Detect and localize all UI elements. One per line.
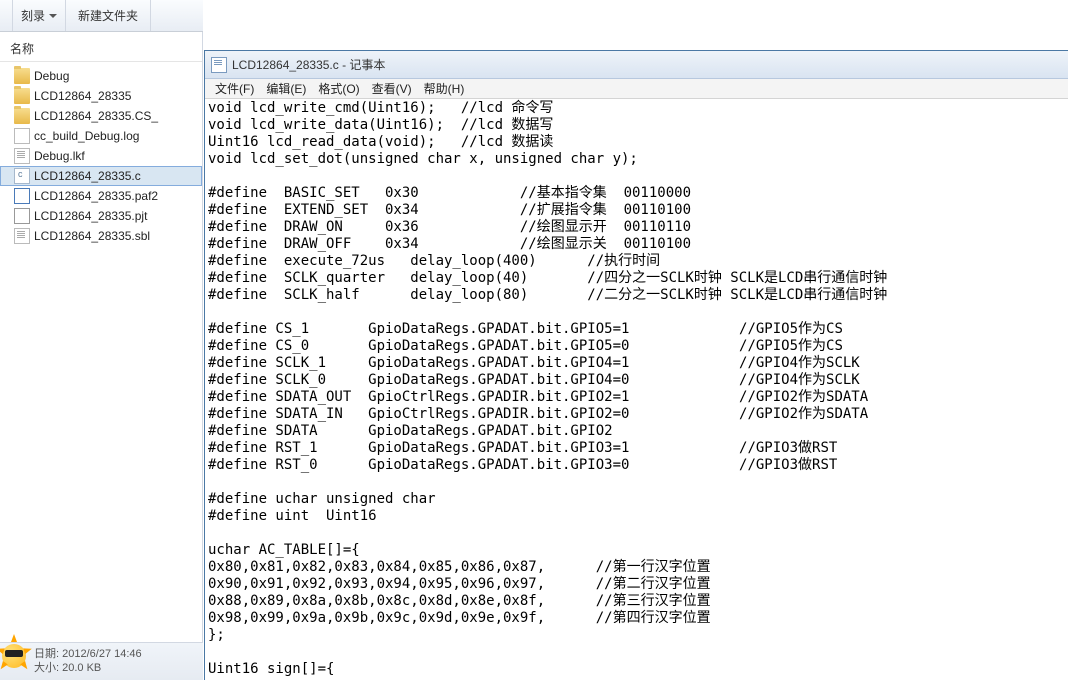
folder-icon [14, 88, 30, 104]
file-name: LCD12864_28335.pjt [34, 209, 147, 223]
notepad-icon [211, 57, 227, 73]
file-item[interactable]: Debug [0, 66, 202, 86]
file-name: cc_build_Debug.log [34, 129, 139, 143]
file-name: LCD12864_28335.c [34, 169, 141, 183]
column-header-name[interactable]: 名称 [0, 32, 202, 62]
new-folder-button[interactable]: 新建文件夹 [66, 0, 151, 31]
txt-icon [14, 228, 30, 244]
paf-icon [14, 188, 30, 204]
notepad-content[interactable]: void lcd_write_cmd(Uint16); //lcd 命令写 vo… [205, 99, 1068, 680]
notepad-window: LCD12864_28335.c - 记事本 文件(F) 编辑(E) 格式(O)… [204, 50, 1068, 680]
file-item[interactable]: LCD12864_28335 [0, 86, 202, 106]
size-label: 大小: [34, 662, 59, 674]
log-icon [14, 128, 30, 144]
folder-icon [14, 108, 30, 124]
file-name: Debug.lkf [34, 149, 85, 163]
file-list: Debug LCD12864_28335 LCD12864_28335.CS_ cc_… [0, 62, 202, 250]
explorer-panel: 名称 Debug LCD12864_28335 LCD12864_28335.CS_… [0, 32, 203, 680]
notepad-title: LCD12864_28335.c - 记事本 [232, 56, 385, 73]
date-value: 2012/6/27 14:46 [62, 648, 142, 660]
file-name: LCD12864_28335 [34, 89, 131, 103]
file-item[interactable]: LCD12864_28335.paf2 [0, 186, 202, 206]
file-item[interactable]: LCD12864_28335.sbl [0, 226, 202, 246]
menu-format[interactable]: 格式(O) [312, 78, 365, 99]
file-name: Debug [34, 69, 69, 83]
file-name: LCD12864_28335.CS_ [34, 109, 158, 123]
file-name: LCD12864_28335.sbl [34, 229, 150, 243]
txt-icon [14, 148, 30, 164]
folder-icon [14, 68, 30, 84]
size-value: 20.0 KB [62, 662, 101, 674]
new-folder-label: 新建文件夹 [78, 7, 138, 24]
file-item[interactable]: LCD12864_28335.pjt [0, 206, 202, 226]
file-name: LCD12864_28335.paf2 [34, 189, 158, 203]
menu-edit[interactable]: 编辑(E) [260, 78, 312, 99]
chevron-down-icon [49, 14, 57, 18]
file-item[interactable]: Debug.lkf [0, 146, 202, 166]
burn-label: 刻录 [21, 7, 45, 24]
notepad-menubar: 文件(F) 编辑(E) 格式(O) 查看(V) 帮助(H) [205, 79, 1068, 99]
burn-button[interactable]: 刻录 [12, 0, 66, 31]
notepad-titlebar[interactable]: LCD12864_28335.c - 记事本 [205, 51, 1068, 79]
file-item[interactable]: LCD12864_28335.c [0, 166, 202, 186]
menu-view[interactable]: 查看(V) [366, 78, 418, 99]
c-icon [14, 168, 30, 184]
date-label: 日期: [34, 648, 59, 660]
menu-help[interactable]: 帮助(H) [418, 78, 471, 99]
pjt-icon [14, 208, 30, 224]
menu-file[interactable]: 文件(F) [209, 78, 260, 99]
file-item[interactable]: LCD12864_28335.CS_ [0, 106, 202, 126]
file-item[interactable]: cc_build_Debug.log [0, 126, 202, 146]
explorer-toolbar: 刻录 新建文件夹 [0, 0, 203, 32]
code-text[interactable]: void lcd_write_cmd(Uint16); //lcd 命令写 vo… [205, 99, 1068, 679]
sun-avatar-icon [0, 636, 34, 676]
